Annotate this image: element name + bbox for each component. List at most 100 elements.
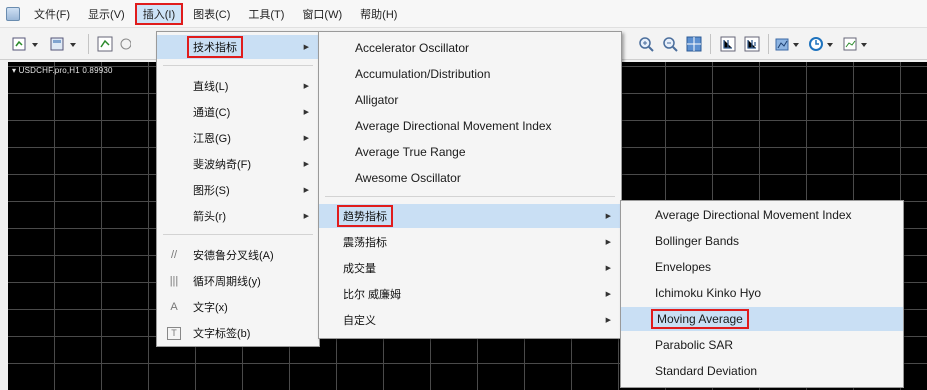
menu-item-label: 文字标签(b) [193,328,251,340]
menu-view[interactable]: 显示(V) [80,3,133,25]
menu-item-cycle-lines[interactable]: ||| 循环周期线(y) [157,269,319,293]
menu-item-label: Awesome Oscillator [355,171,461,185]
menu-charts[interactable]: 图表(C) [185,3,238,25]
menu-item-label: 直线(L) [193,81,229,93]
submenu-arrow-icon: ▶ [303,44,309,51]
submenu-arrow-icon: ▶ [605,317,611,324]
menu-item-label: Standard Deviation [655,364,758,378]
menu-window[interactable]: 窗口(W) [294,3,350,25]
menu-item-label: 安德鲁分叉线(A) [193,250,274,262]
submenu-arrow-icon: ▶ [303,83,309,90]
periods-icon[interactable] [808,34,838,54]
trend-submenu: Average Directional Movement Index Bolli… [620,200,904,388]
menu-item-label: 比尔 威廉姆 [343,289,402,301]
menu-item-label: Envelopes [655,260,712,274]
submenu-arrow-icon: ▶ [605,239,611,246]
menu-item-label: 通道(C) [193,107,231,119]
pitchfork-icon: // [170,249,178,261]
menu-item-label: Ichimoku Kinko Hyo [655,286,762,300]
grid-icon[interactable] [684,34,704,54]
menu-separator [163,234,313,235]
menu-item-label: Bollinger Bands [655,234,740,248]
menu-item-adx[interactable]: Average Directional Movement Index [621,203,903,227]
menu-item-average-true-range[interactable]: Average True Range [319,140,621,164]
submenu-arrow-icon: ▶ [303,161,309,168]
chevron-left-icon[interactable] [118,34,132,54]
submenu-arrow-icon: ▶ [303,187,309,194]
submenu-arrow-icon: ▶ [303,109,309,116]
autoscroll-icon[interactable] [718,34,738,54]
app-icon [6,6,20,21]
menu-item-shapes[interactable]: 图形(S) ▶ [157,178,319,202]
menu-insert[interactable]: 插入(I) [134,2,184,25]
menu-item-label: 震荡指标 [343,237,387,249]
menu-item-label: Alligator [355,93,399,107]
menu-item-bollinger-bands[interactable]: Bollinger Bands [621,229,903,253]
menu-item-indicators-label: 技术指标 [187,36,243,58]
menu-item-lines[interactable]: 直线(L) ▶ [157,74,319,98]
menu-item-parabolic-sar[interactable]: Parabolic SAR [621,333,903,357]
menu-item-trend[interactable]: 趋势指标 ▶ [319,204,621,228]
menu-item-indicators[interactable]: 技术指标 ▶ [157,35,319,59]
text-icon: A [170,301,178,313]
menu-item-label: 成交量 [343,263,376,275]
menu-item-accelerator-oscillator[interactable]: Accelerator Oscillator [319,36,621,60]
toolbar-separator [768,34,769,54]
menu-item-oscillators[interactable]: 震荡指标 ▶ [319,230,621,254]
menu-item-fibonacci[interactable]: 斐波纳奇(F) ▶ [157,152,319,176]
indicators-submenu: Accelerator Oscillator Accumulation/Dist… [318,31,622,339]
toolbar-separator [88,34,89,54]
menu-item-accumulation-distribution[interactable]: Accumulation/Distribution [319,62,621,86]
templates-icon[interactable] [842,34,872,54]
menu-item-envelopes[interactable]: Envelopes [621,255,903,279]
menu-item-awesome-oscillator[interactable]: Awesome Oscillator [319,166,621,190]
menu-separator [325,196,615,197]
menu-item-label: 自定义 [343,315,376,327]
menu-item-gann[interactable]: 江恩(G) ▶ [157,126,319,150]
menu-item-text[interactable]: A 文字(x) [157,295,319,319]
menu-item-custom[interactable]: 自定义 ▶ [319,308,621,332]
submenu-arrow-icon: ▶ [605,213,611,220]
menu-item-label: 斐波纳奇(F) [193,159,252,171]
menu-file[interactable]: 文件(F) [26,3,78,25]
menu-item-bill-williams[interactable]: 比尔 威廉姆 ▶ [319,282,621,306]
submenu-arrow-icon: ▶ [303,213,309,220]
menu-item-label: 文字(x) [193,302,228,314]
menu-item-label: 江恩(G) [193,133,231,145]
menu-item-standard-deviation[interactable]: Standard Deviation [621,359,903,383]
menu-item-moving-average[interactable]: Moving Average [621,307,903,331]
cycle-lines-icon: ||| [169,275,179,287]
profiles-icon[interactable] [48,34,82,54]
chart-shift-icon[interactable] [742,34,762,54]
menu-item-text-label[interactable]: T 文字标签(b) [157,321,319,345]
zoom-out-icon[interactable] [660,34,680,54]
menu-item-label: Parabolic SAR [655,338,734,352]
menu-item-label: Average Directional Movement Index [355,119,552,133]
chart-symbol-label: ▾ USDCHF.pro,H1 0.89930 [12,66,113,75]
menu-tools[interactable]: 工具(T) [240,3,292,25]
menu-item-label: 循环周期线(y) [193,276,261,288]
menu-item-label: 图形(S) [193,185,230,197]
menu-item-channels[interactable]: 通道(C) ▶ [157,100,319,124]
menu-item-andrews-pitchfork[interactable]: // 安德鲁分叉线(A) [157,243,319,267]
new-chart-icon[interactable] [10,34,44,54]
menu-item-trend-label: 趋势指标 [337,205,393,227]
menu-help[interactable]: 帮助(H) [352,3,405,25]
submenu-arrow-icon: ▶ [605,291,611,298]
menu-item-alligator[interactable]: Alligator [319,88,621,112]
indicators-icon[interactable] [774,34,804,54]
menu-item-ichimoku[interactable]: Ichimoku Kinko Hyo [621,281,903,305]
menu-item-label: Average True Range [355,145,466,159]
toolbar-separator [710,34,711,54]
menu-item-arrows[interactable]: 箭头(r) ▶ [157,204,319,228]
menu-bar: 文件(F) 显示(V) 插入(I) 图表(C) 工具(T) 窗口(W) 帮助(H… [0,0,927,28]
chart-symbol-text: USDCHF.pro,H1 0.89930 [18,66,113,75]
menu-item-label: Average Directional Movement Index [655,208,852,222]
submenu-arrow-icon: ▶ [303,135,309,142]
text-label-icon: T [167,326,181,340]
menu-item-label: Accumulation/Distribution [355,67,491,81]
menu-item-adx[interactable]: Average Directional Movement Index [319,114,621,138]
zoom-icon[interactable] [94,34,116,54]
menu-item-volumes[interactable]: 成交量 ▶ [319,256,621,280]
zoom-in-icon[interactable] [636,34,656,54]
